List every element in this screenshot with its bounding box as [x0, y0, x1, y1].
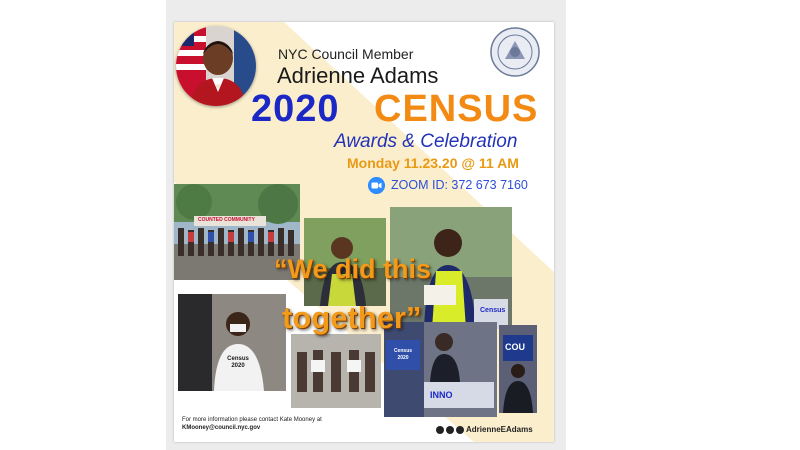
contact-email: KMooney@council.nyc.gov	[182, 425, 261, 431]
quote-line-1: “We did this	[274, 254, 432, 284]
zoom-meeting-id: ZOOM ID: 372 673 7160	[391, 178, 528, 192]
census-sign-partial-text: COU	[505, 342, 525, 352]
census-bag-text: Census	[480, 307, 506, 314]
facebook-icon	[436, 425, 444, 434]
twitter-icon	[446, 425, 454, 434]
census-ground-sign-text: INNO	[430, 390, 453, 400]
photo-masked-volunteer: Census 2020	[178, 294, 286, 391]
social-handles: AdrienneEAdams	[436, 425, 533, 434]
contact-line: For more information please contact Kate…	[182, 417, 322, 423]
instagram-icon	[456, 425, 464, 434]
social-handle: AdrienneEAdams	[466, 425, 533, 434]
photo-banner-text: COUNTED COMMUNITY	[198, 217, 255, 223]
photo-group-signs	[291, 334, 381, 408]
event-subtitle: Awards & Celebration	[334, 131, 518, 152]
census-sign-text: Census 2020	[393, 348, 413, 361]
nyc-seal-icon	[490, 27, 540, 77]
quote-line-2: together”	[282, 300, 422, 335]
year-title: 2020	[251, 88, 340, 130]
contact-info: For more information please contact Kate…	[182, 416, 322, 432]
zoom-icon	[368, 177, 385, 194]
census-shirt-text: Census 2020	[227, 356, 249, 369]
council-member-role: NYC Council Member	[278, 46, 414, 62]
council-member-portrait	[176, 26, 256, 106]
event-date: Monday 11.23.20 @ 11 AM	[347, 155, 519, 171]
photo-census-signs: Census 2020 INNO	[384, 322, 497, 417]
census-title: CENSUS	[374, 88, 539, 130]
photo-sign-holder: COU	[499, 325, 537, 413]
council-member-name: Adrienne Adams	[277, 63, 439, 88]
census-flyer: NYC Council Member Adrienne Adams 2020 C…	[174, 22, 554, 442]
